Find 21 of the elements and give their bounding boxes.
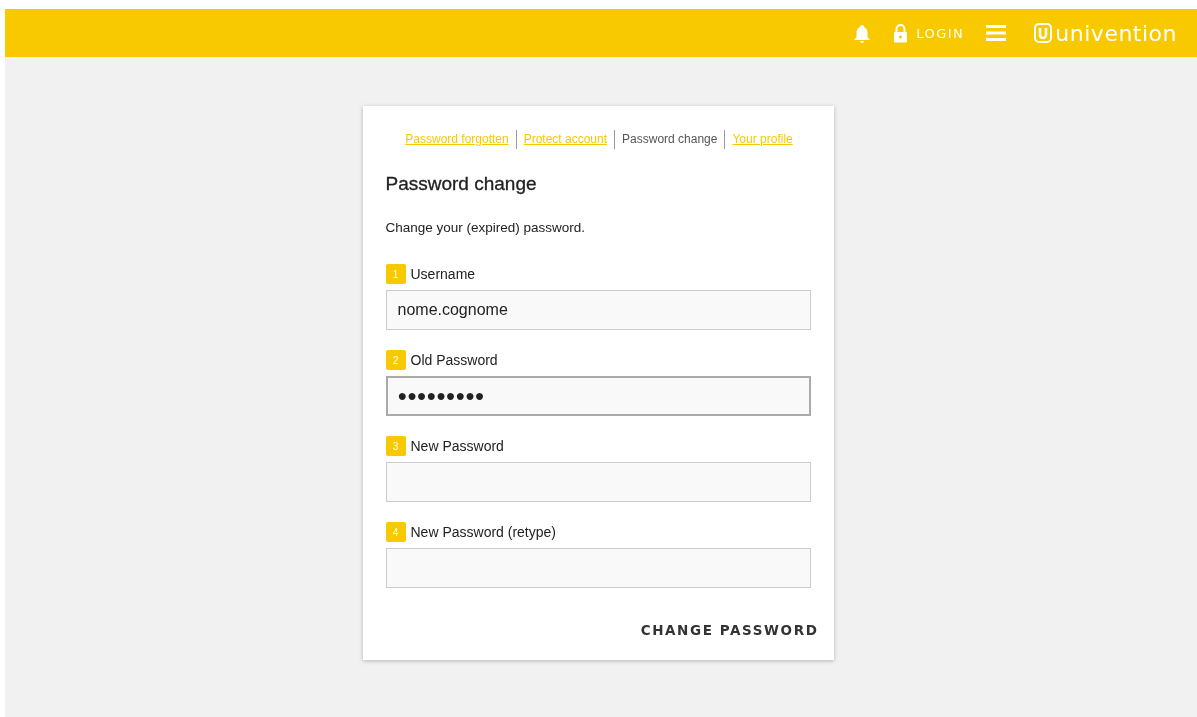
- form-title: Password change: [385, 173, 538, 195]
- input-field[interactable]: ●●●●●●●●●: [385, 376, 811, 416]
- field-label: Old Password: [410, 352, 498, 368]
- input-field[interactable]: [385, 462, 811, 502]
- field-label: Username: [410, 266, 476, 282]
- input-field[interactable]: [385, 548, 811, 588]
- description-text: Change your (expired) password.: [385, 220, 587, 235]
- step-badge: 2: [385, 350, 406, 370]
- bell-icon[interactable]: [853, 23, 872, 43]
- change-password-button[interactable]: CHANGE PASSWORD: [640, 618, 819, 642]
- logo-text: univention: [1055, 20, 1177, 46]
- step-badge: 3: [385, 436, 406, 456]
- step-badge: 4: [385, 522, 406, 542]
- field-label: New Password: [410, 438, 504, 454]
- menu-icon[interactable]: [986, 24, 1007, 42]
- current-tab[interactable]: Password change: [614, 130, 725, 149]
- step-badge: 1: [385, 264, 406, 284]
- field-label: New Password (retype): [410, 524, 556, 540]
- lock-icon: [893, 23, 909, 43]
- logo-icon: [1034, 23, 1053, 43]
- input-field[interactable]: nome.cognome: [385, 290, 811, 330]
